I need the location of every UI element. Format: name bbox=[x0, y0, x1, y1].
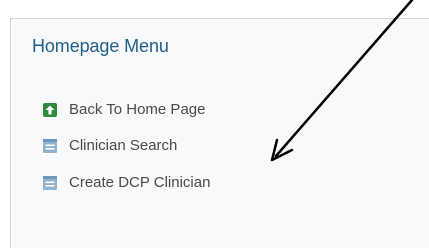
menu-item-create-dcp-clinician[interactable]: Create DCP Clinician bbox=[43, 164, 210, 201]
menu-item-label: Create DCP Clinician bbox=[69, 174, 211, 191]
panel-title: Homepage Menu bbox=[32, 36, 169, 56]
home-up-icon bbox=[43, 102, 57, 117]
homepage-menu-list: Back To Home Page Clinician Search Creat… bbox=[43, 91, 210, 201]
list-doc-icon bbox=[43, 175, 57, 190]
homepage-menu-panel: Homepage Menu Back To Home Page Clinicia… bbox=[10, 18, 429, 248]
menu-item-label: Back To Home Page bbox=[69, 101, 206, 118]
menu-item-label: Clinician Search bbox=[69, 137, 178, 154]
menu-item-back-to-home[interactable]: Back To Home Page bbox=[43, 91, 210, 128]
menu-item-clinician-search[interactable]: Clinician Search bbox=[43, 127, 210, 164]
list-doc-icon bbox=[43, 138, 57, 153]
